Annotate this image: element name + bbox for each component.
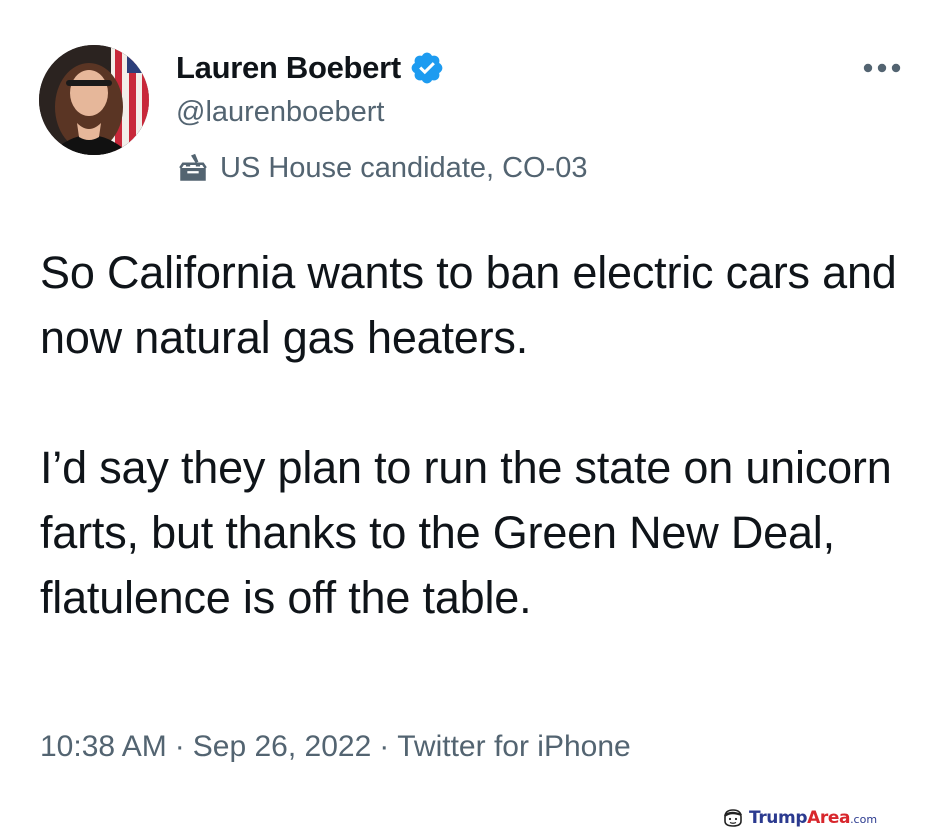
tweet-source-link[interactable]: Twitter for iPhone bbox=[397, 730, 630, 764]
watermark-part-3: .com bbox=[850, 813, 878, 826]
avatar[interactable] bbox=[39, 45, 149, 155]
watermark-text: TrumpArea.com bbox=[749, 808, 877, 828]
meta-separator: · bbox=[379, 730, 390, 763]
tweet-text: So California wants to ban electric cars… bbox=[40, 240, 920, 630]
meta-separator: · bbox=[174, 730, 185, 763]
tweet-metadata: 10:38 AM · Sep 26, 2022 · Twitter for iP… bbox=[40, 730, 631, 764]
tweet-paragraph-2: I’d say they plan to run the state on un… bbox=[40, 442, 892, 623]
author-label-text: US House candidate, CO-03 bbox=[220, 151, 588, 184]
display-name[interactable]: Lauren Boebert bbox=[176, 50, 401, 86]
watermark-logo-icon bbox=[722, 808, 744, 828]
watermark-part-2: Area bbox=[807, 808, 851, 828]
author-label: US House candidate, CO-03 bbox=[176, 148, 588, 188]
author-name-row: Lauren Boebert bbox=[176, 48, 445, 88]
tweet-card: Lauren Boebert @laurenboebert US House c… bbox=[0, 0, 940, 831]
verified-badge-icon bbox=[411, 52, 443, 84]
more-options-button[interactable] bbox=[860, 52, 904, 84]
avatar-image bbox=[39, 45, 149, 155]
author-handle[interactable]: @laurenboebert bbox=[176, 96, 384, 129]
tweet-paragraph-1: So California wants to ban electric cars… bbox=[40, 247, 897, 363]
watermark: TrumpArea.com bbox=[722, 806, 877, 830]
more-horizontal-icon bbox=[863, 63, 901, 73]
ballot-box-icon bbox=[179, 153, 207, 181]
tweet-date[interactable]: Sep 26, 2022 bbox=[193, 730, 372, 764]
watermark-part-1: Trump bbox=[749, 808, 808, 828]
tweet-time[interactable]: 10:38 AM bbox=[40, 730, 167, 764]
